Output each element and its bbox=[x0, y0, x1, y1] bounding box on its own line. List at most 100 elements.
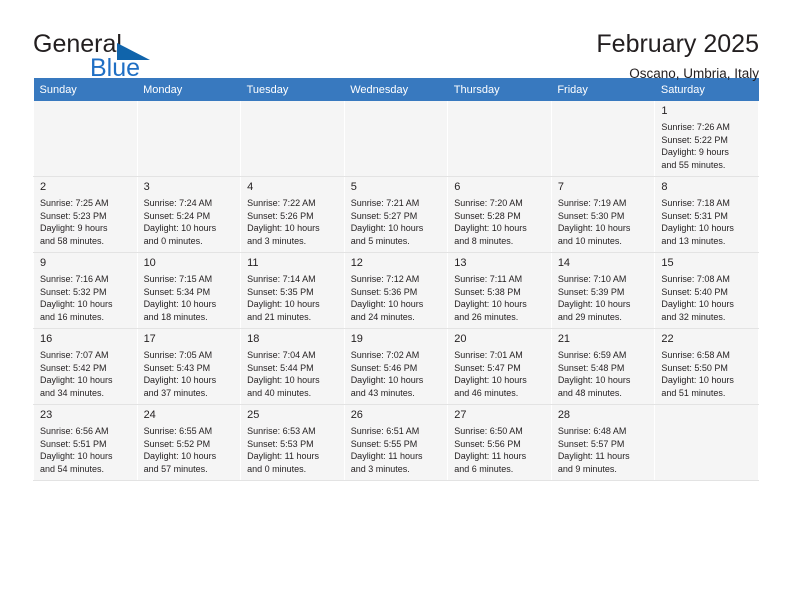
day-number: 2 bbox=[40, 181, 47, 193]
page-subtitle: Oscano, Umbria, Italy bbox=[629, 65, 759, 81]
calendar-day-cell[interactable]: 3 Sunrise: 7:24 AM Sunset: 5:24 PM Daylig… bbox=[136, 176, 242, 253]
day-number: 27 bbox=[454, 409, 467, 421]
day-detail: Sunrise: 7:01 AM Sunset: 5:47 PM Dayligh… bbox=[454, 349, 527, 399]
day-number: 3 bbox=[143, 181, 150, 193]
day-detail: Sunrise: 7:24 AM Sunset: 5:24 PM Dayligh… bbox=[143, 197, 217, 247]
title-block: February 2025 Oscano, Umbria, Italy bbox=[596, 30, 759, 81]
day-detail: Sunrise: 6:53 AM Sunset: 5:53 PM Dayligh… bbox=[247, 425, 319, 475]
calendar-day-cell[interactable]: 2 Sunrise: 7:25 AM Sunset: 5:23 PM Daylig… bbox=[33, 176, 138, 253]
calendar-day-cell[interactable]: 10 Sunrise: 7:15 AM Sunset: 5:34 PM Dayli… bbox=[136, 252, 242, 329]
day-detail: Sunrise: 7:10 AM Sunset: 5:39 PM Dayligh… bbox=[557, 273, 631, 323]
day-number: 17 bbox=[143, 333, 156, 345]
day-number: 12 bbox=[350, 257, 363, 269]
calendar-day-cell[interactable]: 12 Sunrise: 7:12 AM Sunset: 5:36 PM Dayli… bbox=[343, 252, 449, 329]
calendar-day-cell[interactable]: 14 Sunrise: 7:10 AM Sunset: 5:39 PM Dayli… bbox=[550, 252, 656, 329]
calendar-day-cell[interactable]: 5 Sunrise: 7:21 AM Sunset: 5:27 PM Daylig… bbox=[343, 176, 449, 253]
calendar-body: 1 Sunrise: 7:26 AM Sunset: 5:22 PM Daylig… bbox=[33, 101, 759, 481]
day-detail: Sunrise: 7:20 AM Sunset: 5:28 PM Dayligh… bbox=[454, 197, 527, 247]
calendar-table: Sunday Monday Tuesday Wednesday Thursday… bbox=[33, 78, 759, 481]
day-detail: Sunrise: 7:18 AM Sunset: 5:31 PM Dayligh… bbox=[661, 197, 734, 247]
day-detail: Sunrise: 7:16 AM Sunset: 5:32 PM Dayligh… bbox=[40, 273, 113, 323]
calendar-week-row: 16 Sunrise: 7:07 AM Sunset: 5:42 PM Dayli… bbox=[33, 328, 759, 405]
day-number: 18 bbox=[247, 333, 260, 345]
day-number: 4 bbox=[247, 181, 254, 193]
day-detail: Sunrise: 7:04 AM Sunset: 5:44 PM Dayligh… bbox=[247, 349, 320, 399]
day-detail: Sunrise: 7:12 AM Sunset: 5:36 PM Dayligh… bbox=[350, 273, 424, 323]
calendar-day-cell[interactable]: 9 Sunrise: 7:16 AM Sunset: 5:32 PM Daylig… bbox=[33, 252, 138, 329]
calendar-day-cell[interactable]: 8 Sunrise: 7:18 AM Sunset: 5:31 PM Daylig… bbox=[654, 176, 759, 253]
calendar-day-cell[interactable]: 7 Sunrise: 7:19 AM Sunset: 5:30 PM Daylig… bbox=[550, 176, 656, 253]
day-number: 19 bbox=[350, 333, 363, 345]
day-number: 21 bbox=[557, 333, 571, 345]
day-number: 6 bbox=[454, 181, 461, 193]
calendar-day-cell[interactable] bbox=[550, 101, 656, 177]
weekday-header-thursday: Thursday bbox=[447, 78, 552, 101]
calendar-day-cell[interactable]: 26 Sunrise: 6:51 AM Sunset: 5:55 PM Dayli… bbox=[343, 404, 449, 481]
calendar-day-cell[interactable]: 28 Sunrise: 6:48 AM Sunset: 5:57 PM Dayli… bbox=[550, 404, 656, 481]
calendar-day-cell[interactable]: 18 Sunrise: 7:04 AM Sunset: 5:44 PM Dayli… bbox=[240, 328, 345, 405]
day-number: 14 bbox=[557, 257, 571, 269]
weekday-header-tuesday: Tuesday bbox=[240, 78, 345, 101]
day-number: 22 bbox=[661, 333, 674, 345]
calendar-day-cell[interactable]: 20 Sunrise: 7:01 AM Sunset: 5:47 PM Dayli… bbox=[447, 328, 552, 405]
day-detail: Sunrise: 6:55 AM Sunset: 5:52 PM Dayligh… bbox=[143, 425, 217, 475]
day-detail: Sunrise: 7:25 AM Sunset: 5:23 PM Dayligh… bbox=[40, 197, 109, 247]
calendar-week-row: 23 Sunrise: 6:56 AM Sunset: 5:51 PM Dayli… bbox=[33, 404, 759, 481]
calendar-day-cell[interactable]: 16 Sunrise: 7:07 AM Sunset: 5:42 PM Dayli… bbox=[33, 328, 138, 405]
weekday-header-wednesday: Wednesday bbox=[344, 78, 448, 101]
page-title: February 2025 bbox=[596, 30, 759, 58]
day-number: 15 bbox=[661, 257, 674, 269]
calendar-day-cell[interactable] bbox=[654, 404, 759, 481]
day-number: 9 bbox=[40, 257, 47, 269]
calendar-day-cell[interactable] bbox=[136, 101, 242, 177]
day-number: 1 bbox=[661, 105, 668, 117]
calendar-day-cell[interactable]: 27 Sunrise: 6:50 AM Sunset: 5:56 PM Dayli… bbox=[447, 404, 552, 481]
calendar-day-cell[interactable]: 15 Sunrise: 7:08 AM Sunset: 5:40 PM Dayli… bbox=[654, 252, 759, 329]
weekday-header-saturday: Saturday bbox=[654, 78, 759, 101]
calendar-day-cell[interactable] bbox=[447, 101, 552, 177]
calendar-day-cell[interactable] bbox=[343, 101, 449, 177]
calendar-day-cell[interactable]: 17 Sunrise: 7:05 AM Sunset: 5:43 PM Dayli… bbox=[136, 328, 242, 405]
day-number: 16 bbox=[40, 333, 53, 345]
day-detail: Sunrise: 7:26 AM Sunset: 5:22 PM Dayligh… bbox=[661, 121, 730, 171]
day-number: 7 bbox=[557, 181, 564, 193]
calendar-day-cell[interactable]: 24 Sunrise: 6:55 AM Sunset: 5:52 PM Dayli… bbox=[136, 404, 242, 481]
calendar-day-cell[interactable]: 13 Sunrise: 7:11 AM Sunset: 5:38 PM Dayli… bbox=[447, 252, 552, 329]
calendar-page: General Blue February 2025 Oscano, Umbri… bbox=[0, 0, 792, 612]
weekday-header-friday: Friday bbox=[551, 78, 655, 101]
page-header: General Blue February 2025 Oscano, Umbri… bbox=[33, 0, 759, 81]
general-blue-logo[interactable]: General Blue bbox=[33, 30, 213, 82]
day-detail: Sunrise: 6:50 AM Sunset: 5:56 PM Dayligh… bbox=[454, 425, 527, 475]
calendar-day-cell[interactable]: 19 Sunrise: 7:02 AM Sunset: 5:46 PM Dayli… bbox=[343, 328, 449, 405]
day-number: 23 bbox=[40, 409, 53, 421]
day-detail: Sunrise: 7:22 AM Sunset: 5:26 PM Dayligh… bbox=[247, 197, 320, 247]
calendar-day-cell[interactable]: 25 Sunrise: 6:53 AM Sunset: 5:53 PM Dayli… bbox=[240, 404, 345, 481]
calendar-day-cell[interactable]: 22 Sunrise: 6:58 AM Sunset: 5:50 PM Dayli… bbox=[654, 328, 759, 405]
calendar-week-row: 1 Sunrise: 7:26 AM Sunset: 5:22 PM Daylig… bbox=[33, 101, 759, 177]
day-number: 8 bbox=[661, 181, 668, 193]
calendar-day-cell[interactable] bbox=[33, 101, 138, 177]
day-detail: Sunrise: 7:07 AM Sunset: 5:42 PM Dayligh… bbox=[40, 349, 113, 399]
day-detail: Sunrise: 6:48 AM Sunset: 5:57 PM Dayligh… bbox=[557, 425, 630, 475]
calendar-day-cell[interactable]: 1 Sunrise: 7:26 AM Sunset: 5:22 PM Daylig… bbox=[654, 101, 759, 177]
day-number: 28 bbox=[557, 409, 571, 421]
day-number: 26 bbox=[350, 409, 363, 421]
day-detail: Sunrise: 7:15 AM Sunset: 5:34 PM Dayligh… bbox=[143, 273, 217, 323]
day-number: 5 bbox=[350, 181, 357, 193]
calendar-day-cell[interactable]: 4 Sunrise: 7:22 AM Sunset: 5:26 PM Daylig… bbox=[240, 176, 345, 253]
day-number: 10 bbox=[143, 257, 156, 269]
day-detail: Sunrise: 7:11 AM Sunset: 5:38 PM Dayligh… bbox=[454, 273, 527, 323]
calendar-day-cell[interactable] bbox=[240, 101, 345, 177]
calendar-day-cell[interactable]: 6 Sunrise: 7:20 AM Sunset: 5:28 PM Daylig… bbox=[447, 176, 552, 253]
day-detail: Sunrise: 7:21 AM Sunset: 5:27 PM Dayligh… bbox=[350, 197, 424, 247]
calendar-day-cell[interactable]: 11 Sunrise: 7:14 AM Sunset: 5:35 PM Dayli… bbox=[240, 252, 345, 329]
calendar-day-cell[interactable]: 23 Sunrise: 6:56 AM Sunset: 5:51 PM Dayli… bbox=[33, 404, 138, 481]
day-detail: Sunrise: 7:02 AM Sunset: 5:46 PM Dayligh… bbox=[350, 349, 424, 399]
calendar-day-cell[interactable]: 21 Sunrise: 6:59 AM Sunset: 5:48 PM Dayli… bbox=[550, 328, 656, 405]
calendar-week-row: 9 Sunrise: 7:16 AM Sunset: 5:32 PM Daylig… bbox=[33, 252, 759, 329]
day-detail: Sunrise: 6:58 AM Sunset: 5:50 PM Dayligh… bbox=[661, 349, 734, 399]
day-detail: Sunrise: 6:56 AM Sunset: 5:51 PM Dayligh… bbox=[40, 425, 113, 475]
calendar-week-row: 2 Sunrise: 7:25 AM Sunset: 5:23 PM Daylig… bbox=[33, 176, 759, 253]
day-number: 11 bbox=[247, 257, 259, 269]
logo-word-blue: Blue bbox=[90, 54, 141, 82]
